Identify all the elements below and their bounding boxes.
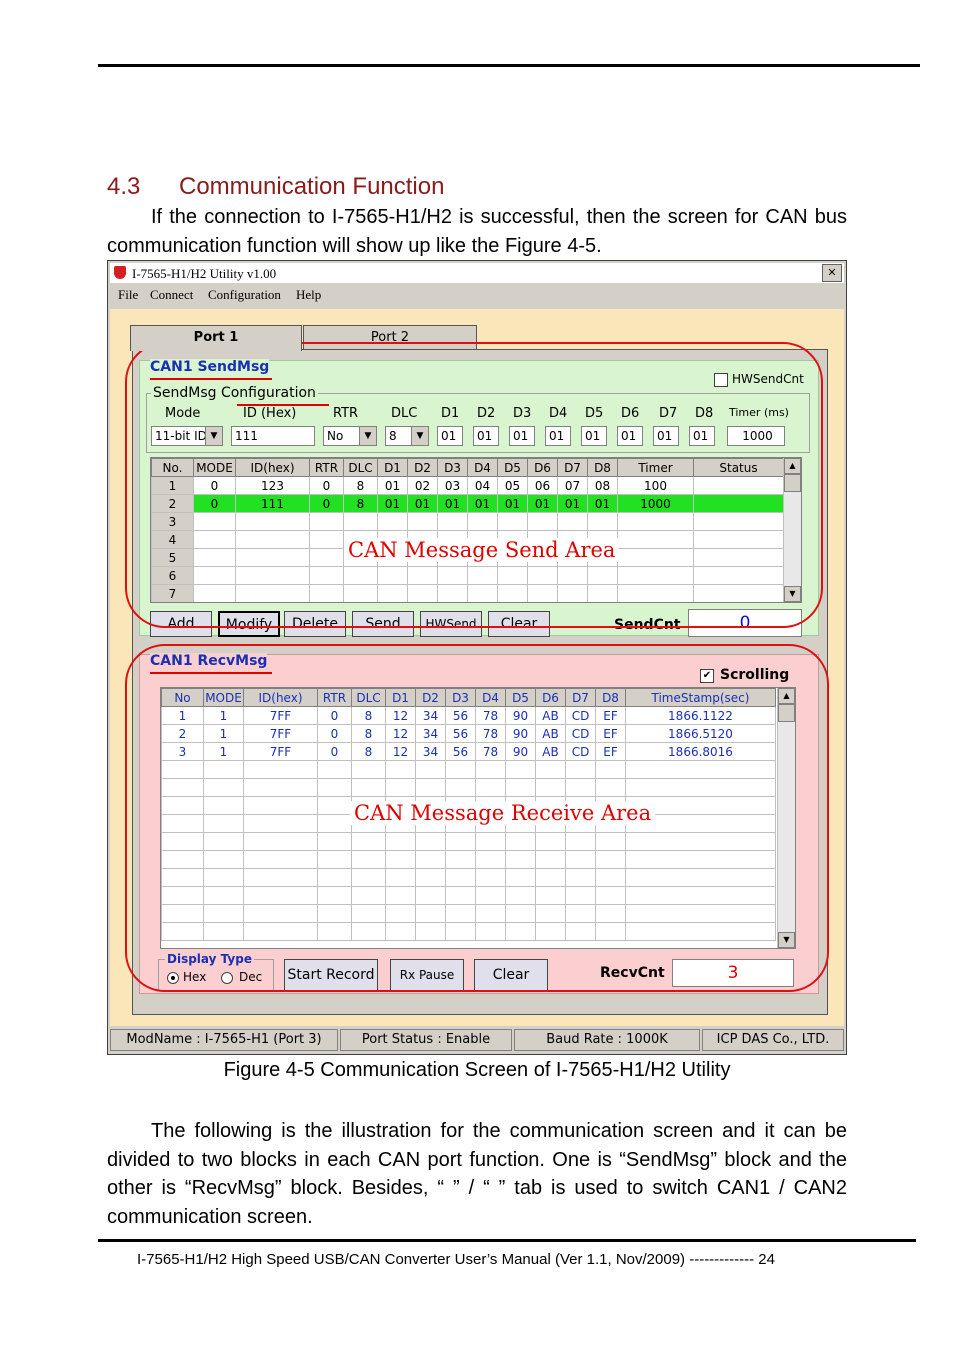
status-bar: ModName : I-7565-H1 (Port 3) Port Status… [110,1028,844,1052]
section-heading: 4.3 Communication Function [107,173,444,201]
status-baud: Baud Rate : 1000K [514,1029,700,1051]
menu-configuration[interactable]: Configuration [208,287,281,303]
send-area-highlight [125,342,823,628]
close-icon[interactable]: ✕ [822,264,842,282]
status-company: ICP DAS Co., LTD. [702,1029,844,1051]
app-shield-icon [114,266,126,279]
top-rule [98,64,920,67]
menu-connect[interactable]: Connect [150,287,193,303]
page-footer: I-7565-H1/H2 High Speed USB/CAN Converte… [137,1251,775,1268]
menu-bar: File Connect Configuration Help [110,283,844,305]
menu-help[interactable]: Help [296,287,321,303]
recv-area-highlight [125,644,829,992]
bottom-rule [98,1239,916,1242]
menu-file[interactable]: File [118,287,138,303]
body-paragraph: The following is the illustration for th… [107,1120,847,1228]
section-number: 4.3 [107,173,141,200]
port-1-panel: CAN1 SendMsg HWSendCnt SendMsg Configura… [125,342,829,1015]
utility-window: I-7565-H1/H2 Utility v1.00 ✕ File Connec… [107,260,847,1055]
status-modname: ModName : I-7565-H1 (Port 3) [110,1029,338,1051]
client-area: Port 1 Port 2 CAN1 SendMsg HWSendCnt Sen… [110,309,844,1026]
title-bar: I-7565-H1/H2 Utility v1.00 ✕ [110,263,844,283]
intro-paragraph: If the connection to I-7565-H1/H2 is suc… [107,206,847,257]
figure-caption: Figure 4-5 Communication Screen of I-756… [223,1059,731,1081]
window-title: I-7565-H1/H2 Utility v1.00 [132,266,277,281]
section-title: Communication Function [179,173,445,200]
tab-port-1[interactable]: Port 1 [130,325,302,351]
status-port: Port Status : Enable [340,1029,512,1051]
